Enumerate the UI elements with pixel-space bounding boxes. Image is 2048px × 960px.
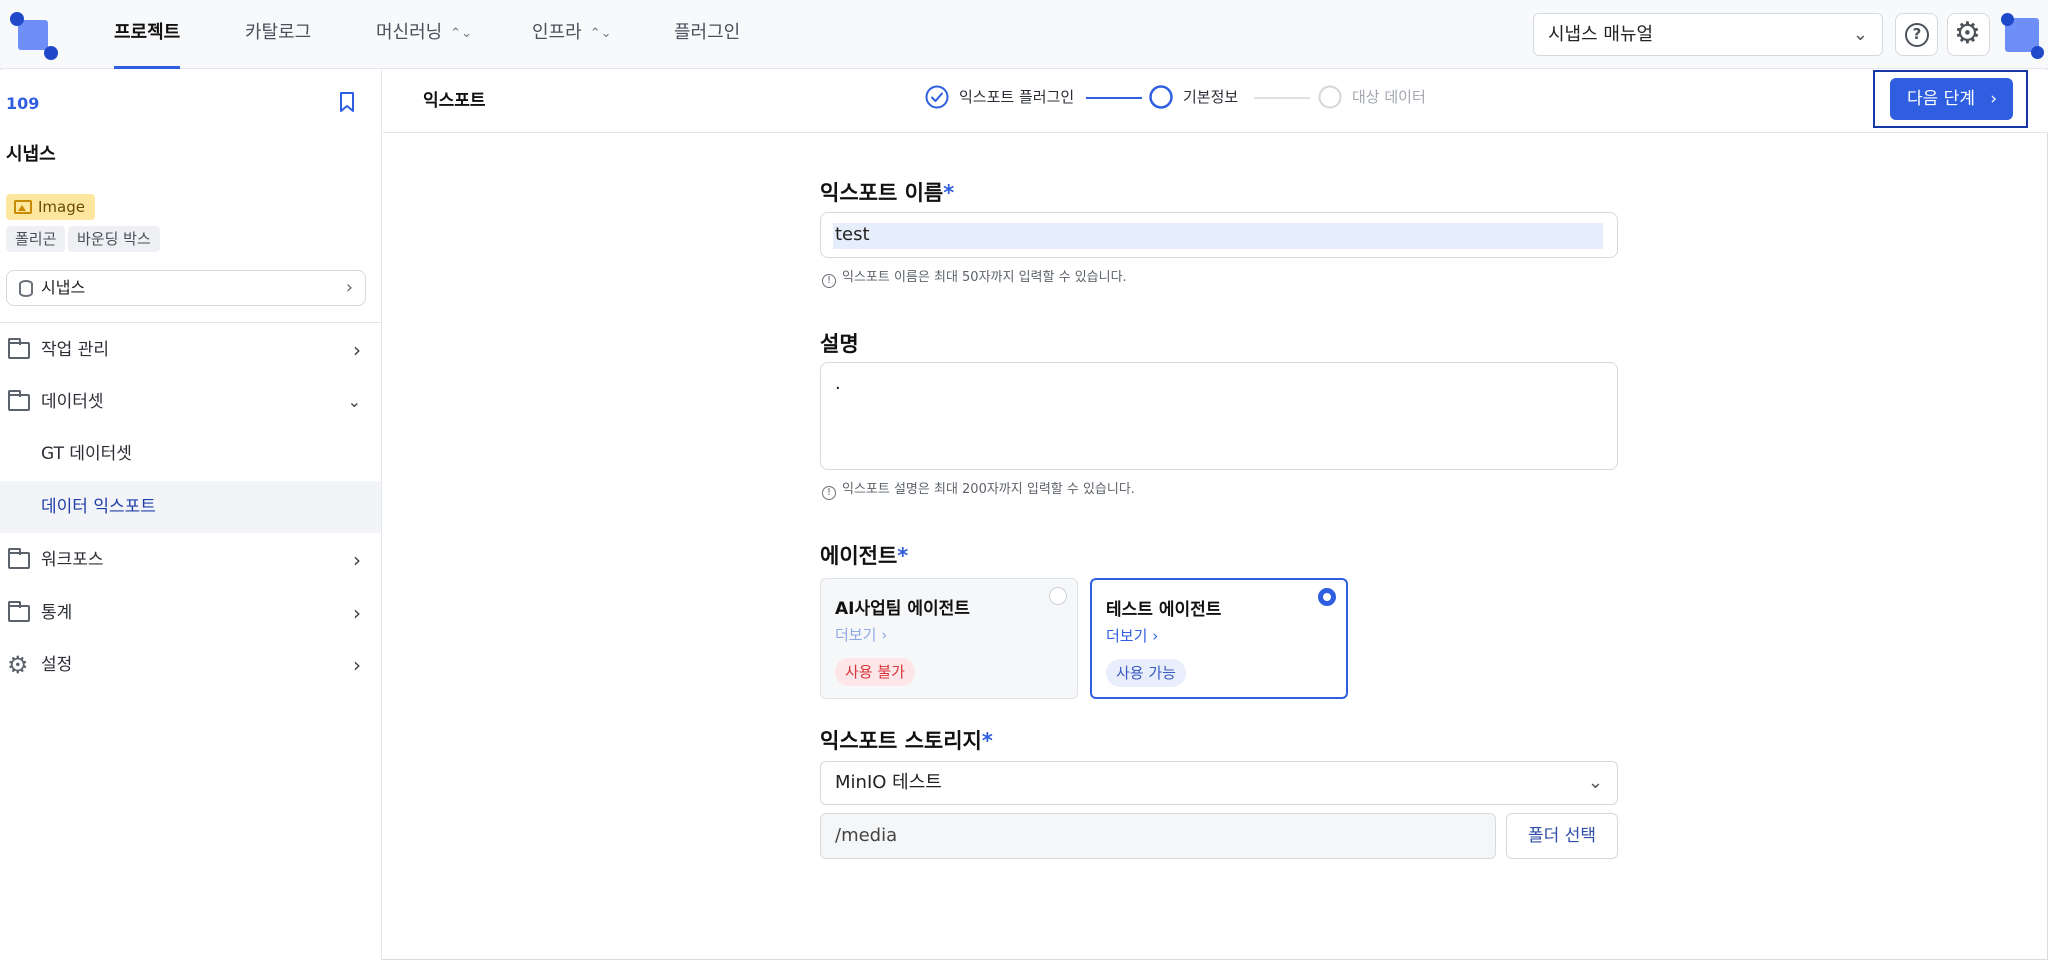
folder-icon <box>8 548 30 569</box>
chevron-right-icon: › <box>1990 89 1997 109</box>
text-selection <box>833 223 1603 249</box>
agent-card-ai-team[interactable]: AI사업팀 에이전트 더보기 › 사용 불가 <box>820 578 1078 699</box>
nav-tab-plugins[interactable]: 플러그인 <box>674 0 740 69</box>
folder-select-button[interactable]: 폴더 선택 <box>1506 813 1618 859</box>
nav-tab-projects[interactable]: 프로젝트 <box>114 0 181 69</box>
export-name-label: 익스포트 이름* <box>820 181 955 205</box>
chevron-updown-icon: ⌃⌄ <box>589 26 612 41</box>
next-step-button[interactable]: 다음 단계 › <box>1890 78 2013 120</box>
tag-polygon: 폴리곤 <box>6 226 66 252</box>
chevron-right-icon: › <box>345 277 353 298</box>
sidebar-item-task-management[interactable]: 작업 관리 › <box>0 324 381 376</box>
manual-select[interactable]: 시냅스 매뉴얼 ⌄ <box>1533 13 1883 56</box>
image-icon <box>14 200 32 214</box>
data-type-badge: Image <box>6 194 95 220</box>
chevron-down-icon: ⌄ <box>347 392 361 411</box>
storage-select[interactable]: MinIO 테스트 ⌄ <box>820 761 1618 805</box>
sidebar-item-settings[interactable]: ⚙ 설정 › <box>0 639 381 691</box>
main-header: 익스포트 익스포트 플러그인 기본정보 대상 데이터 다음 단계 › <box>383 70 2048 133</box>
gear-icon: ⚙ <box>7 651 29 679</box>
info-icon: ! <box>822 486 836 500</box>
more-link[interactable]: 더보기 › <box>835 624 887 645</box>
chevron-updown-icon: ⌃⌄ <box>450 26 473 41</box>
step-circle-icon <box>1149 85 1173 109</box>
description-label: 설명 <box>820 332 859 356</box>
status-badge-unavailable: 사용 불가 <box>835 658 915 686</box>
dataset-select[interactable]: 시냅스 › <box>6 270 366 306</box>
nav-tab-catalog[interactable]: 카탈로그 <box>245 0 311 69</box>
chevron-right-icon: › <box>353 338 361 362</box>
export-name-hint: ! 익스포트 이름은 최대 50자까지 입력할 수 있습니다. <box>822 266 1127 288</box>
export-name-input[interactable]: test <box>820 212 1618 258</box>
check-circle-icon <box>925 85 949 109</box>
step-connector <box>1086 97 1142 99</box>
bookmark-icon[interactable] <box>339 92 355 112</box>
description-textarea[interactable]: . <box>820 362 1618 470</box>
sidebar: 109 시냅스 Image 폴리곤 바운딩 박스 시냅스 › 작업 관리 › 데… <box>0 70 382 960</box>
settings-button[interactable]: ⚙ <box>1947 13 1990 56</box>
nav-tab-machine-learning[interactable]: 머신러닝 ⌃⌄ <box>376 0 472 69</box>
sidebar-item-workforce[interactable]: 워크포스 › <box>0 534 381 586</box>
page-title: 익스포트 <box>423 91 486 111</box>
info-icon: ! <box>822 274 836 288</box>
storage-label: 익스포트 스토리지* <box>820 729 993 753</box>
description-hint: ! 익스포트 설명은 최대 200자까지 입력할 수 있습니다. <box>822 478 1135 500</box>
chevron-right-icon: › <box>353 548 361 572</box>
user-avatar[interactable] <box>1999 10 2045 59</box>
chevron-down-icon: ⌄ <box>1587 772 1603 793</box>
chevron-right-icon: › <box>353 653 361 677</box>
agent-card-test[interactable]: 테스트 에이전트 더보기 › 사용 가능 <box>1090 578 1348 699</box>
sidebar-item-gt-dataset[interactable]: GT 데이터셋 <box>0 428 381 480</box>
chevron-right-icon: › <box>881 626 888 644</box>
help-icon: ? <box>1905 23 1929 47</box>
database-icon <box>19 280 33 297</box>
agent-label: 에이전트* <box>820 544 909 568</box>
sidebar-item-dataset[interactable]: 데이터셋 ⌄ <box>0 376 381 428</box>
folder-icon <box>8 601 30 622</box>
chevron-down-icon: ⌄ <box>1852 24 1868 45</box>
tag-bounding-box: 바운딩 박스 <box>68 226 160 252</box>
project-name: 시냅스 <box>6 144 56 165</box>
step-connector <box>1254 97 1310 99</box>
app-logo[interactable] <box>8 10 58 60</box>
sidebar-item-data-export[interactable]: 데이터 익스포트 <box>0 481 381 533</box>
folder-icon <box>8 390 30 411</box>
agent-radio-selected[interactable] <box>1318 588 1336 606</box>
storage-path-input[interactable]: /media <box>820 813 1496 859</box>
chevron-right-icon: › <box>353 601 361 625</box>
project-id: 109 <box>6 94 40 113</box>
top-navigation: 프로젝트 카탈로그 머신러닝 ⌃⌄ 인프라 ⌃⌄ 플러그인 시냅스 매뉴얼 ⌄ ? … <box>0 0 2048 69</box>
gear-icon: ⚙ <box>1954 16 1981 51</box>
help-button[interactable]: ? <box>1895 13 1938 56</box>
step-circle-icon <box>1318 85 1342 109</box>
status-badge-available: 사용 가능 <box>1106 659 1186 687</box>
sidebar-item-stats[interactable]: 통계 › <box>0 587 381 639</box>
more-link[interactable]: 더보기 › <box>1106 625 1158 646</box>
nav-tab-infra[interactable]: 인프라 ⌃⌄ <box>532 0 611 69</box>
agent-radio[interactable] <box>1049 587 1067 605</box>
sidebar-divider <box>0 322 381 323</box>
chevron-right-icon: › <box>1152 627 1159 645</box>
folder-icon <box>8 338 30 359</box>
